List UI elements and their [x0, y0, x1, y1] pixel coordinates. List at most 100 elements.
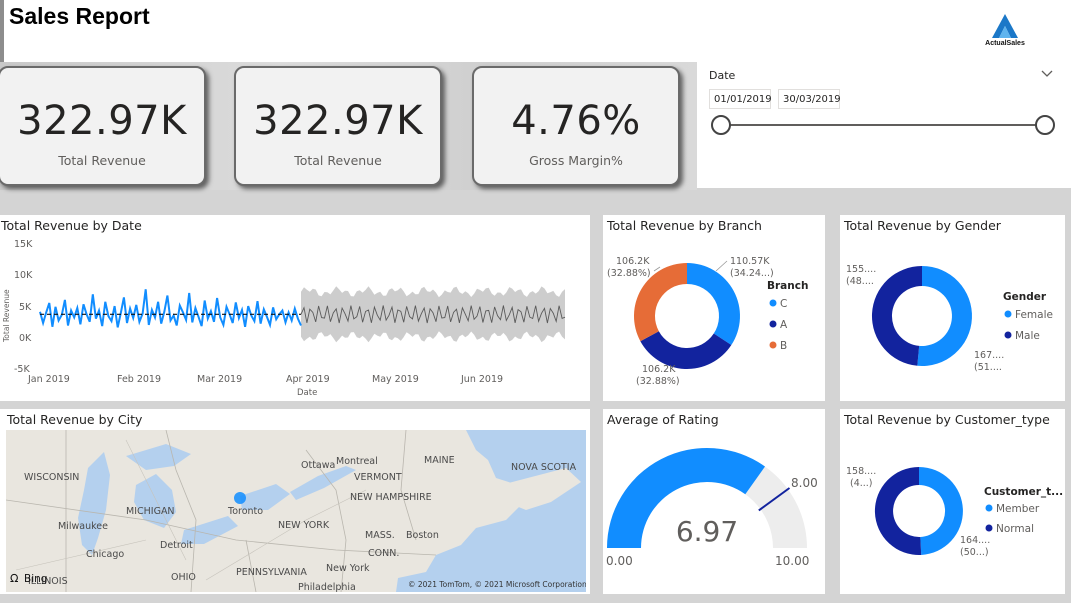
kpi-card-gross-margin[interactable]: 4.76% Gross Margin% — [472, 66, 680, 186]
kpi-value: 4.76% — [511, 98, 641, 144]
map-place: New York — [326, 563, 370, 574]
slice-label: (34.24...) — [730, 268, 774, 279]
gauge-target: 8.00 — [791, 476, 818, 490]
page-title: Sales Report — [9, 3, 150, 29]
slice-label: 106.2K — [642, 364, 676, 375]
slice-label: 155.... — [846, 264, 876, 275]
legend-item-b: B — [780, 340, 787, 352]
map-place: MASS. — [365, 530, 395, 541]
gauge-min: 0.00 — [606, 554, 633, 568]
date-end-input[interactable]: 30/03/2019 — [778, 89, 841, 109]
revenue-by-date-title: Total Revenue by Date — [1, 218, 142, 233]
donut-slice-female — [917, 266, 972, 366]
map-place: PENNSYLVANIA — [236, 567, 307, 578]
map-place: OHIO — [171, 572, 196, 583]
city-bubble[interactable] — [234, 492, 246, 504]
legend-title: Customer_t... — [984, 486, 1063, 498]
map-place: Toronto — [227, 506, 263, 517]
x-tick: Apr 2019 — [286, 374, 330, 385]
kpi-card-total-revenue-1[interactable]: 322.97K Total Revenue — [0, 66, 206, 186]
chevron-down-icon[interactable] — [1040, 68, 1054, 80]
slice-label: 106.2K — [616, 256, 650, 267]
map-place: Ottawa — [301, 460, 335, 471]
kpi-value: 322.97K — [17, 98, 187, 144]
map-place: Detroit — [160, 540, 193, 551]
kpi-value: 322.97K — [253, 98, 423, 144]
average-rating-gauge[interactable]: 6.97 0.00 10.00 8.00 — [603, 428, 825, 592]
kpi-label: Gross Margin% — [529, 153, 623, 168]
date-start-input[interactable]: 01/01/2019 — [709, 89, 772, 109]
donut-slice-member — [919, 467, 963, 555]
revenue-by-customer-type-title: Total Revenue by Customer_type — [844, 412, 1050, 427]
legend-title: Branch — [767, 280, 808, 292]
date-slicer-title: Date — [709, 69, 736, 82]
x-tick: Jun 2019 — [460, 374, 503, 385]
map-place: WISCONSIN — [24, 472, 79, 483]
legend-item-member: Member — [996, 503, 1040, 515]
revenue-by-branch-chart[interactable]: 106.2K (32.88%) 110.57K (34.24...) 106.2… — [603, 234, 825, 400]
average-rating-title: Average of Rating — [607, 412, 719, 427]
donut-slice-normal — [874, 466, 922, 555]
x-axis-label: Date — [297, 388, 317, 398]
bing-label: Bing — [24, 573, 47, 585]
legend-title: Gender — [1003, 291, 1047, 303]
y-tick: 5K — [19, 302, 32, 313]
slice-label: (32.88%) — [636, 376, 680, 387]
slice-label: (32.88%) — [607, 268, 651, 279]
slice-label: (48.... — [846, 276, 874, 287]
slice-label: 164.... — [960, 535, 990, 546]
slice-label: (51.... — [974, 362, 1002, 373]
date-range-start-handle[interactable] — [711, 115, 731, 135]
slice-label: 110.57K — [730, 256, 770, 267]
slice-label: 167.... — [974, 350, 1004, 361]
legend-item-female: Female — [1015, 309, 1053, 321]
legend-item-normal: Normal — [996, 523, 1034, 535]
gauge-max: 10.00 — [775, 554, 809, 568]
revenue-by-gender-title: Total Revenue by Gender — [844, 218, 1001, 233]
bing-logo-icon: Ω — [10, 572, 19, 585]
revenue-by-customer-type-chart[interactable]: 158.... (4...) 164.... (50...) Customer_… — [840, 428, 1065, 592]
kpi-card-total-revenue-2[interactable]: 322.97K Total Revenue — [234, 66, 442, 186]
kpi-label: Total Revenue — [58, 153, 146, 168]
y-tick: 15K — [14, 239, 33, 250]
map-place: Milwaukee — [58, 521, 108, 532]
y-tick: 0K — [19, 333, 32, 344]
map-place: Chicago — [86, 549, 124, 560]
city-map[interactable]: Ottawa Montreal MAINE NOVA SCOTIA VERMON… — [6, 430, 586, 592]
logo-text: ActualSales — [985, 40, 1025, 47]
map-copyright: © 2021 TomTom, © 2021 Microsoft Corporat… — [408, 580, 586, 589]
map-place: MAINE — [424, 455, 455, 466]
revenue-by-gender-chart[interactable]: 155.... (48.... 167.... (51.... Gender F… — [840, 234, 1065, 400]
map-place: NOVA SCOTIA — [511, 462, 577, 473]
kpi-label: Total Revenue — [294, 153, 382, 168]
x-tick: Mar 2019 — [197, 374, 242, 385]
revenue-by-branch-title: Total Revenue by Branch — [607, 218, 762, 233]
map-place: MICHIGAN — [126, 506, 175, 517]
legend-item-a: A — [780, 319, 788, 331]
legend-item-c: C — [780, 298, 787, 310]
gauge-value: 6.97 — [676, 515, 738, 548]
map-place: NEW YORK — [278, 520, 330, 531]
map-place: NEW HAMPSHIRE — [350, 492, 432, 503]
report-header — [0, 0, 1071, 62]
map-place: Boston — [406, 530, 439, 541]
date-range-track[interactable] — [721, 124, 1046, 126]
map-place: Philadelphia — [298, 582, 356, 592]
x-tick: May 2019 — [372, 374, 419, 385]
revenue-by-city-title: Total Revenue by City — [7, 412, 143, 427]
series-line-total-revenue — [39, 289, 302, 329]
slice-label: 158.... — [846, 466, 876, 477]
map-place: VERMONT — [354, 472, 402, 483]
slice-label: (4...) — [850, 478, 873, 489]
map-place: CONN. — [368, 548, 399, 559]
date-range-end-handle[interactable] — [1035, 115, 1055, 135]
y-axis-label: Total Revenue — [2, 289, 11, 343]
x-tick: Jan 2019 — [27, 374, 70, 385]
donut-slice-male — [871, 266, 922, 366]
y-tick: 10K — [14, 270, 33, 281]
legend-item-male: Male — [1015, 330, 1040, 342]
header-accent-bar — [0, 0, 4, 62]
map-place: Montreal — [336, 456, 378, 467]
slice-label: (50...) — [960, 547, 989, 558]
revenue-by-date-chart[interactable]: 15K 10K 5K 0K -5K Total Revenue Jan 2019… — [0, 234, 590, 400]
